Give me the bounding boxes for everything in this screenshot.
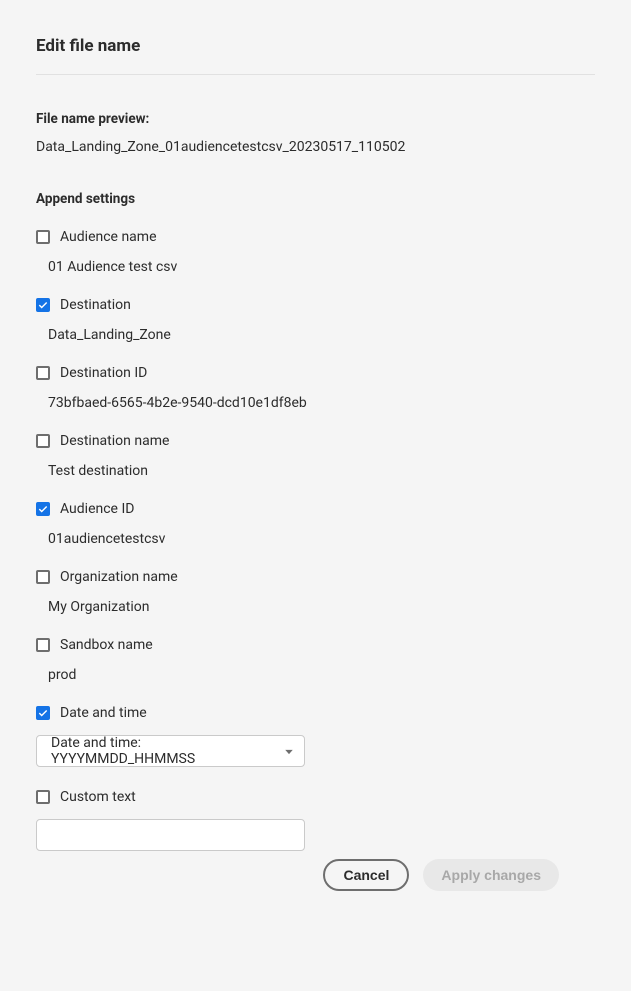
apply-changes-button: Apply changes — [423, 859, 559, 891]
setting-label-destination-name: Destination name — [60, 433, 169, 449]
checkbox-destination-name[interactable] — [36, 434, 50, 448]
setting-label-organization-name: Organization name — [60, 569, 178, 585]
select-value-date-and-time: Date and time: YYYYMMDD_HHMMSS — [51, 735, 284, 767]
setting-value-sandbox-name: prod — [48, 667, 595, 683]
file-name-preview-label: File name preview: — [36, 111, 595, 127]
setting-destination-name: Destination name Test destination — [36, 433, 595, 479]
setting-sandbox-name: Sandbox name prod — [36, 637, 595, 683]
setting-label-custom-text: Custom text — [60, 789, 136, 805]
checkbox-destination[interactable] — [36, 298, 50, 312]
setting-organization-name: Organization name My Organization — [36, 569, 595, 615]
checkbox-organization-name[interactable] — [36, 570, 50, 584]
checkbox-sandbox-name[interactable] — [36, 638, 50, 652]
chevron-down-icon — [284, 742, 294, 761]
setting-label-destination: Destination — [60, 297, 131, 313]
page-title: Edit file name — [36, 36, 595, 75]
checkbox-destination-id[interactable] — [36, 366, 50, 380]
cancel-button[interactable]: Cancel — [323, 859, 409, 891]
dialog-footer: Cancel Apply changes — [72, 859, 559, 891]
input-custom-text[interactable] — [36, 819, 305, 851]
setting-date-and-time: Date and time Date and time: YYYYMMDD_HHM… — [36, 705, 595, 767]
setting-value-audience-id: 01audiencetestcsv — [48, 531, 595, 547]
setting-label-audience-name: Audience name — [60, 229, 157, 245]
setting-audience-name: Audience name 01 Audience test csv — [36, 229, 595, 275]
setting-label-sandbox-name: Sandbox name — [60, 637, 153, 653]
setting-value-audience-name: 01 Audience test csv — [48, 259, 595, 275]
checkbox-audience-name[interactable] — [36, 230, 50, 244]
checkbox-custom-text[interactable] — [36, 790, 50, 804]
checkbox-date-and-time[interactable] — [36, 706, 50, 720]
select-date-and-time[interactable]: Date and time: YYYYMMDD_HHMMSS — [36, 735, 305, 767]
setting-value-destination: Data_Landing_Zone — [48, 327, 595, 343]
append-settings-heading: Append settings — [36, 191, 595, 207]
setting-label-date-and-time: Date and time — [60, 705, 147, 721]
setting-custom-text: Custom text — [36, 789, 595, 851]
setting-value-destination-name: Test destination — [48, 463, 595, 479]
setting-destination: Destination Data_Landing_Zone — [36, 297, 595, 343]
setting-value-organization-name: My Organization — [48, 599, 595, 615]
setting-label-destination-id: Destination ID — [60, 365, 147, 381]
setting-label-audience-id: Audience ID — [60, 501, 134, 517]
checkbox-audience-id[interactable] — [36, 502, 50, 516]
file-name-preview-value: Data_Landing_Zone_01audiencetestcsv_2023… — [36, 139, 595, 155]
setting-destination-id: Destination ID 73bfbaed-6565-4b2e-9540-dc… — [36, 365, 595, 411]
setting-audience-id: Audience ID 01audiencetestcsv — [36, 501, 595, 547]
setting-value-destination-id: 73bfbaed-6565-4b2e-9540-dcd10e1df8eb — [48, 395, 595, 411]
